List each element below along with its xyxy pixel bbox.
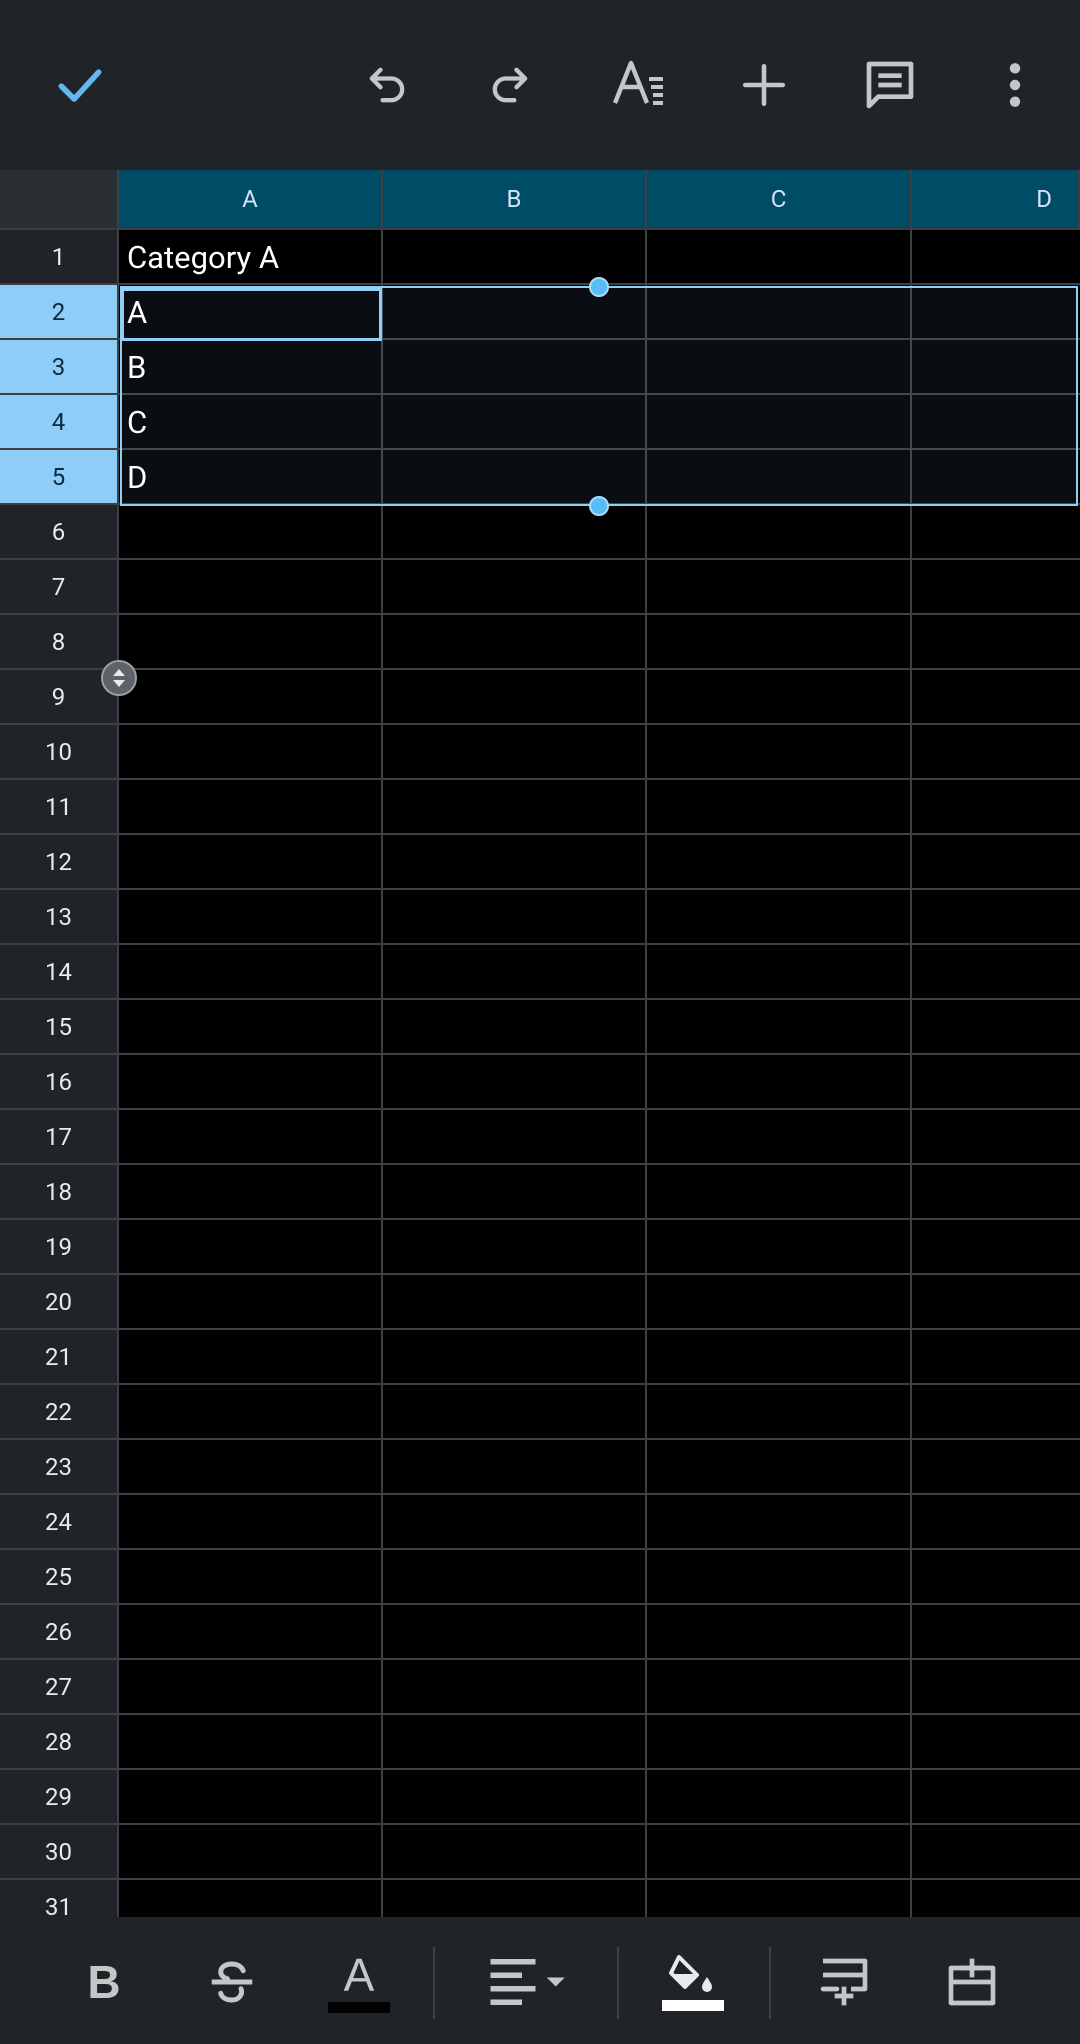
cell-a5[interactable]: D xyxy=(127,450,147,505)
row-header-31[interactable]: 31 xyxy=(0,1880,119,1917)
grid-line xyxy=(119,1878,1080,1880)
grid-line xyxy=(119,558,1080,560)
cell-a3[interactable]: B xyxy=(127,340,146,395)
divider xyxy=(769,1947,771,2019)
grid-line xyxy=(119,1713,1080,1715)
row-header-7[interactable]: 7 xyxy=(0,560,119,615)
row-header-16[interactable]: 16 xyxy=(0,1055,119,1110)
cell-a2[interactable]: A xyxy=(127,285,147,340)
insert-column-icon[interactable] xyxy=(932,1942,1012,2022)
grid-line xyxy=(119,1603,1080,1605)
bold-button[interactable]: B xyxy=(64,1942,144,2022)
row-header-18[interactable]: 18 xyxy=(0,1165,119,1220)
row-header-24[interactable]: 24 xyxy=(0,1495,119,1550)
grid-line xyxy=(119,1163,1080,1165)
row-header-17[interactable]: 17 xyxy=(0,1110,119,1165)
row-header-8[interactable]: 8 xyxy=(0,615,119,670)
grid-line xyxy=(119,1493,1080,1495)
row-header-6[interactable]: 6 xyxy=(0,505,119,560)
selection-handle-top[interactable] xyxy=(589,277,609,297)
grid-line xyxy=(119,888,1080,890)
grid-line xyxy=(119,1768,1080,1770)
grid-line xyxy=(119,778,1080,780)
bold-label: B xyxy=(87,1956,121,2008)
cell-a1[interactable]: Category A xyxy=(127,230,279,285)
row-header-19[interactable]: 19 xyxy=(0,1220,119,1275)
column-header-c[interactable]: C xyxy=(647,170,912,230)
row-header-21[interactable]: 21 xyxy=(0,1330,119,1385)
row-header-1[interactable]: 1 xyxy=(0,230,119,285)
row-header-25[interactable]: 25 xyxy=(0,1550,119,1605)
grid-line xyxy=(119,1053,1080,1055)
grid-line xyxy=(119,1218,1080,1220)
text-color-label: A xyxy=(343,1948,375,2001)
insert-row-icon[interactable] xyxy=(804,1942,884,2022)
row-header-10[interactable]: 10 xyxy=(0,725,119,780)
redo-icon[interactable] xyxy=(470,45,550,125)
grid-line xyxy=(119,943,1080,945)
spreadsheet-grid[interactable]: A B C D 1 2 3 4 5 6 7 8 9 10 11 12 13 14 15 16 17 18 19 20 2… xyxy=(0,170,1080,1917)
fill-color-swatch xyxy=(662,2000,724,2011)
row-header-23[interactable]: 23 xyxy=(0,1440,119,1495)
row-header-5[interactable]: 5 xyxy=(0,450,119,505)
row-header-28[interactable]: 28 xyxy=(0,1715,119,1770)
row-header-30[interactable]: 30 xyxy=(0,1825,119,1880)
strikethrough-icon[interactable] xyxy=(192,1942,272,2022)
row-header-12[interactable]: 12 xyxy=(0,835,119,890)
divider xyxy=(617,1947,619,2019)
cell-a4[interactable]: C xyxy=(127,395,147,450)
format-toolbar: B A xyxy=(0,1917,1080,2044)
selection-handle-bottom[interactable] xyxy=(589,496,609,516)
grid-line xyxy=(119,723,1080,725)
row-header-2[interactable]: 2 xyxy=(0,285,119,340)
row-header-26[interactable]: 26 xyxy=(0,1605,119,1660)
column-header-a[interactable]: A xyxy=(119,170,383,230)
row-header-20[interactable]: 20 xyxy=(0,1275,119,1330)
row-header-11[interactable]: 11 xyxy=(0,780,119,835)
more-vert-icon[interactable] xyxy=(975,45,1055,125)
grid-line xyxy=(119,1108,1080,1110)
grid-line xyxy=(119,1823,1080,1825)
align-left-icon[interactable] xyxy=(486,1942,576,2022)
row-resize-handle[interactable] xyxy=(101,660,137,696)
column-header-d[interactable]: D xyxy=(912,170,1080,230)
row-header-14[interactable]: 14 xyxy=(0,945,119,1000)
fill-color-icon[interactable] xyxy=(653,1942,733,2022)
grid-line xyxy=(119,1383,1080,1385)
grid-line xyxy=(119,1658,1080,1660)
select-all-corner[interactable] xyxy=(0,170,119,230)
check-icon[interactable] xyxy=(40,45,120,125)
plus-icon[interactable] xyxy=(724,45,804,125)
comment-icon[interactable] xyxy=(850,45,930,125)
row-header-22[interactable]: 22 xyxy=(0,1385,119,1440)
grid-line xyxy=(119,1438,1080,1440)
row-header-29[interactable]: 29 xyxy=(0,1770,119,1825)
row-header-13[interactable]: 13 xyxy=(0,890,119,945)
text-format-icon[interactable] xyxy=(599,45,679,125)
undo-icon[interactable] xyxy=(347,45,427,125)
divider xyxy=(433,1947,435,2019)
grid-line xyxy=(119,1328,1080,1330)
grid-line xyxy=(119,613,1080,615)
row-header-3[interactable]: 3 xyxy=(0,340,119,395)
text-color-swatch xyxy=(328,2001,390,2013)
active-cell-a2[interactable] xyxy=(121,288,382,341)
row-header-4[interactable]: 4 xyxy=(0,395,119,450)
row-header-15[interactable]: 15 xyxy=(0,1000,119,1055)
grid-line xyxy=(119,668,1080,670)
grid-line xyxy=(119,1548,1080,1550)
top-toolbar xyxy=(0,0,1080,170)
row-header-27[interactable]: 27 xyxy=(0,1660,119,1715)
grid-line xyxy=(119,1273,1080,1275)
column-header-b[interactable]: B xyxy=(383,170,647,230)
grid-line xyxy=(119,833,1080,835)
text-color-button[interactable]: A xyxy=(319,1942,399,2022)
grid-line xyxy=(119,998,1080,1000)
